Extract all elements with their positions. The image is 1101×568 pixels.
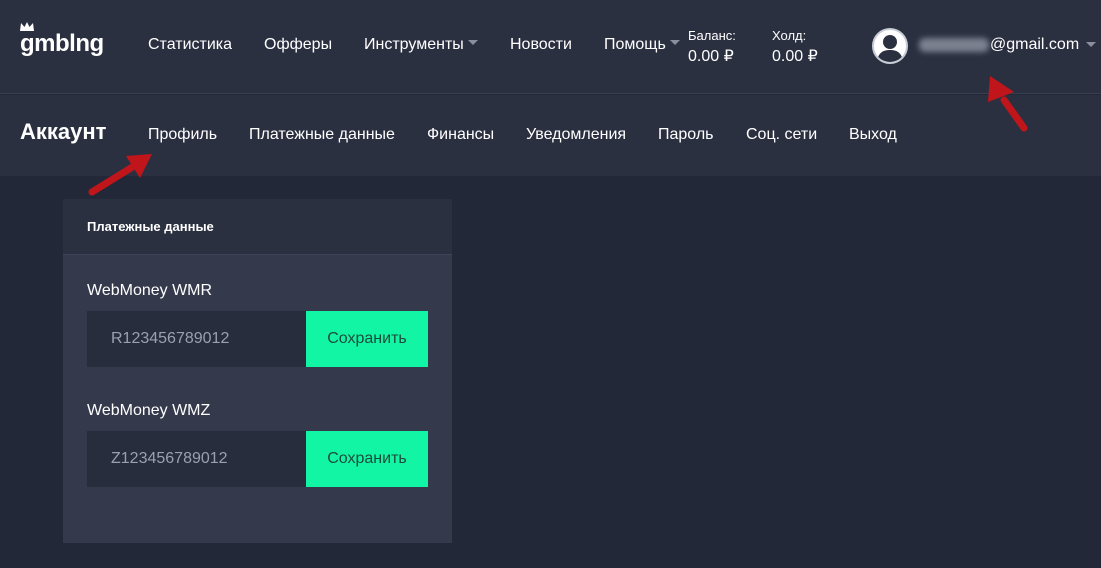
card-header: Платежные данные [63, 199, 452, 255]
nav-tools-label: Инструменты [364, 36, 464, 53]
annotation-arrow-icon [988, 76, 1028, 132]
top-navbar: gmblng Статистика Офферы Инструменты Нов… [0, 0, 1101, 94]
save-wmz-button[interactable]: Сохранить [306, 431, 428, 487]
wmz-input[interactable] [87, 431, 306, 487]
balance-label: Баланс: [688, 28, 736, 43]
tab-profile[interactable]: Профиль [148, 126, 217, 144]
hold-value: 0.00 ₽ [772, 48, 818, 65]
nav-statistics[interactable]: Статистика [148, 36, 232, 54]
save-wmr-button[interactable]: Сохранить [306, 311, 428, 367]
chevron-down-icon [669, 40, 680, 45]
balance-value: 0.00 ₽ [688, 48, 734, 65]
logo[interactable]: gmblng [20, 30, 104, 58]
tab-payment-details[interactable]: Платежные данные [249, 126, 395, 144]
tab-social[interactable]: Соц. сети [746, 126, 817, 144]
nav-offers[interactable]: Офферы [264, 36, 332, 54]
nav-tools[interactable]: Инструменты [364, 36, 478, 54]
annotation-arrow-icon [88, 154, 152, 196]
email-username-blurred [919, 38, 989, 52]
hold-label: Холд: [772, 28, 807, 43]
user-email[interactable]: @gmail.com [990, 36, 1079, 54]
wmz-label: WebMoney WMZ [87, 402, 211, 419]
wmr-input[interactable] [87, 311, 306, 367]
nav-news[interactable]: Новости [510, 36, 572, 54]
nav-help-label: Помощь [604, 36, 666, 53]
tab-logout[interactable]: Выход [849, 126, 897, 144]
payment-details-card: Платежные данные WebMoney WMR Сохранить … [63, 199, 452, 543]
chevron-down-icon[interactable] [1086, 42, 1096, 47]
wmr-label: WebMoney WMR [87, 282, 213, 299]
user-avatar-icon[interactable] [872, 28, 908, 64]
tab-finance[interactable]: Финансы [427, 126, 494, 144]
chevron-down-icon [467, 40, 478, 45]
account-tabs-bar: Аккаунт Профиль Платежные данные Финансы… [0, 95, 1101, 176]
card-title: Платежные данные [87, 219, 214, 234]
tab-password[interactable]: Пароль [658, 126, 714, 144]
page-title: Аккаунт [20, 119, 107, 144]
tab-notifications[interactable]: Уведомления [526, 126, 626, 144]
nav-help[interactable]: Помощь [604, 36, 680, 54]
